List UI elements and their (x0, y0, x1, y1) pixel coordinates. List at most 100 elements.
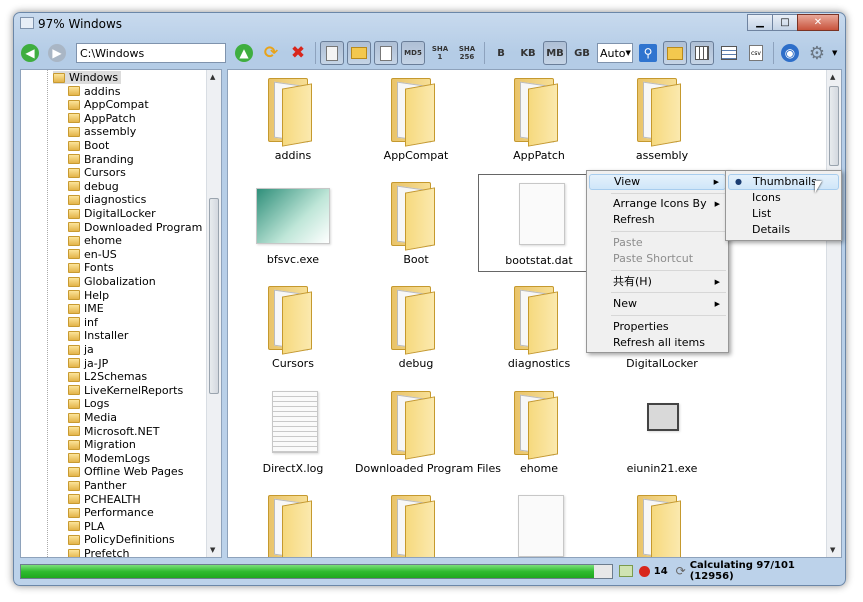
tree-item[interactable]: Branding (68, 153, 134, 166)
web-button[interactable]: ◉ (778, 41, 802, 65)
settings-button[interactable]: ⚙ (805, 41, 829, 65)
tree-item[interactable]: AppPatch (68, 112, 136, 125)
file-item[interactable]: debug (355, 278, 477, 376)
tree-item[interactable]: Logs (68, 397, 109, 410)
tree-item[interactable]: Boot (68, 139, 109, 152)
tree-item[interactable]: PolicyDefinitions (68, 533, 175, 546)
tree-item[interactable]: ehome (68, 234, 122, 247)
back-button[interactable]: ◀ (18, 41, 42, 65)
file-item[interactable]: assembly (601, 70, 723, 168)
unit-gb-button[interactable]: GB (570, 41, 594, 65)
tree-item[interactable]: inf (68, 316, 98, 329)
refresh-button[interactable]: ⟳ (259, 41, 283, 65)
scroll-up-arrow-icon[interactable]: ▲ (210, 73, 215, 81)
content-scrollbar[interactable]: ▲ ▼ (826, 70, 841, 557)
file-item[interactable] (232, 487, 354, 557)
tree-item[interactable]: debug (68, 180, 119, 193)
tree-item[interactable]: ModemLogs (68, 452, 150, 465)
stop-button[interactable]: ✖ (286, 41, 310, 65)
tree-item[interactable]: Migration (68, 438, 136, 451)
menu-item-properties[interactable]: Properties (589, 319, 726, 335)
tree-item[interactable]: Offline Web Pages (68, 465, 183, 478)
forward-button[interactable]: ▶ (45, 41, 69, 65)
md5-button[interactable]: MD5 (401, 41, 425, 65)
folder-tree-button[interactable] (663, 41, 687, 65)
close-button[interactable]: ✕ (797, 14, 839, 31)
list-view-button[interactable] (717, 41, 741, 65)
tree-scrollbar[interactable]: ▲ ▼ (206, 70, 221, 557)
unit-b-button[interactable]: B (489, 41, 513, 65)
up-button[interactable]: ▲ (232, 41, 256, 65)
tree-item[interactable]: en-US (68, 248, 117, 261)
sha256-button[interactable]: SHA 256 (455, 41, 479, 65)
tree-item[interactable]: AppCompat (68, 98, 149, 111)
tree-item[interactable]: Prefetch (68, 547, 129, 557)
file-item[interactable]: AppCompat (355, 70, 477, 168)
file-item[interactable]: Downloaded Program Files (355, 383, 501, 481)
file-item[interactable]: ehome (478, 383, 600, 481)
menu-item-view[interactable]: View ▶ (589, 174, 726, 190)
export-csv-button[interactable]: csv (744, 41, 768, 65)
tree-item[interactable]: DigitalLocker (68, 207, 156, 220)
tree-item[interactable]: Panther (68, 479, 126, 492)
menu-item-icons[interactable]: Icons (728, 190, 839, 206)
file-item[interactable]: eiunin21.exe (601, 383, 723, 481)
tree-item[interactable]: Installer (68, 329, 128, 342)
menu-item-arrange[interactable]: Arrange Icons By ▶ (589, 196, 726, 212)
tree-item[interactable]: assembly (68, 125, 136, 138)
menu-item-details[interactable]: Details (728, 222, 839, 238)
menu-item-list[interactable]: List (728, 206, 839, 222)
tree-item[interactable]: PLA (68, 520, 105, 533)
tree-item[interactable]: IME (68, 302, 104, 315)
calculator-button[interactable] (320, 41, 344, 65)
address-field[interactable]: C:\Windows (76, 43, 226, 63)
maximize-button[interactable]: □ (772, 14, 798, 31)
unit-kb-button[interactable]: KB (516, 41, 540, 65)
content-scroll-thumb[interactable] (829, 86, 839, 166)
scroll-down-arrow-icon[interactable]: ▼ (210, 546, 215, 554)
tree-item[interactable]: ja-JP (68, 357, 108, 370)
tree-item[interactable]: L2Schemas (68, 370, 147, 383)
file-item[interactable]: bootstat.dat (478, 174, 600, 272)
tree-item[interactable]: Cursors (68, 166, 126, 179)
tree-item[interactable]: Microsoft.NET (68, 425, 159, 438)
settings-dropdown-arrow[interactable]: ▼ (832, 49, 837, 57)
menu-item-thumbnails[interactable]: ● Thumbnails (728, 174, 839, 190)
scroll-down-arrow-icon[interactable]: ▼ (830, 546, 835, 554)
file-item[interactable]: Cursors (232, 278, 354, 376)
tree-item[interactable]: PCHEALTH (68, 493, 141, 506)
file-item[interactable]: diagnostics (478, 278, 600, 376)
thumbnail-view-button[interactable] (690, 41, 714, 65)
search-button[interactable]: ⚲ (636, 41, 660, 65)
tree-item[interactable]: Performance (68, 506, 154, 519)
file-item[interactable]: Boot (355, 174, 477, 272)
menu-item-refresh[interactable]: Refresh (589, 212, 726, 228)
tree-item[interactable]: Help (68, 289, 109, 302)
menu-item-refresh-all[interactable]: Refresh all items (589, 335, 726, 351)
file-mode-button[interactable] (374, 41, 398, 65)
sha1-button[interactable]: SHA 1 (428, 41, 452, 65)
file-item[interactable] (478, 487, 600, 557)
tree-item[interactable]: addins (68, 85, 120, 98)
tree-item[interactable]: Downloaded Program Files (68, 221, 221, 234)
file-item[interactable]: AppPatch (478, 70, 600, 168)
menu-item-new[interactable]: New ▶ (589, 296, 726, 312)
file-item[interactable]: addins (232, 70, 354, 168)
tree-item[interactable]: diagnostics (68, 193, 146, 206)
tree-scroll-thumb[interactable] (209, 198, 219, 394)
tree-item[interactable]: Media (68, 411, 117, 424)
scroll-up-arrow-icon[interactable]: ▲ (830, 73, 835, 81)
file-item[interactable]: bfsvc.exe (232, 174, 354, 272)
folder-mode-button[interactable] (347, 41, 371, 65)
minimize-button[interactable]: ▁ (747, 14, 773, 31)
unit-mb-button[interactable]: MB (543, 41, 567, 65)
file-item[interactable] (355, 487, 477, 557)
tree-item[interactable]: Fonts (68, 261, 114, 274)
tree-item[interactable]: ja (68, 343, 94, 356)
file-item[interactable]: DirectX.log (232, 383, 354, 481)
menu-item-share[interactable]: 共有(H) ▶ (589, 274, 726, 290)
title-bar[interactable]: 97% Windows ▁ □ ✕ (14, 13, 845, 37)
tree-item-root[interactable]: Windows (53, 71, 122, 84)
file-item[interactable] (601, 487, 723, 557)
tree-item[interactable]: Globalization (68, 275, 156, 288)
